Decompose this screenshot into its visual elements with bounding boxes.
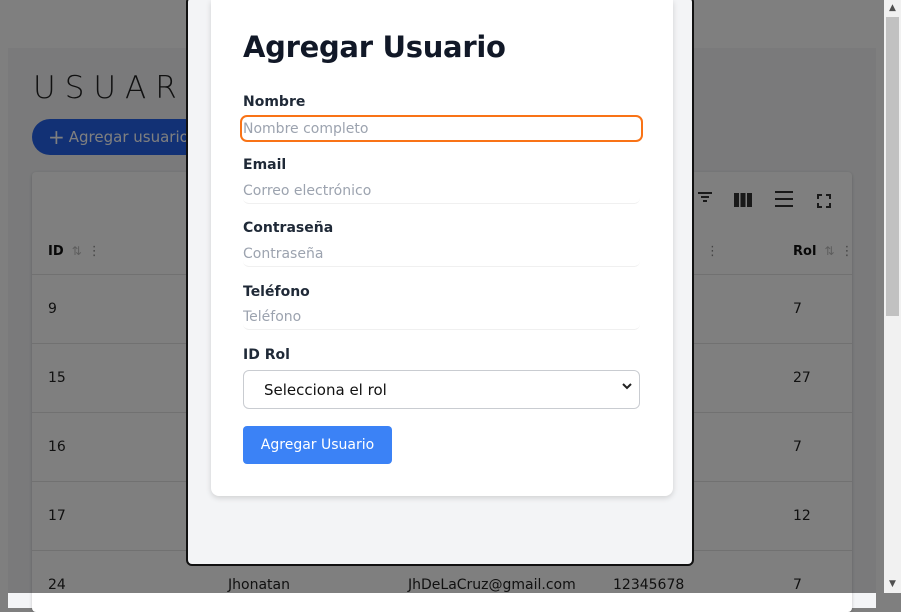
telefono-input[interactable]	[243, 305, 640, 330]
chevron-down-icon	[621, 380, 633, 396]
email-input[interactable]	[243, 179, 640, 204]
email-label: Email	[243, 157, 287, 173]
nombre-label: Nombre	[243, 94, 306, 110]
rol-label: ID Rol	[243, 347, 290, 363]
scroll-down-icon[interactable]: ▼	[884, 576, 901, 593]
page-scrollbar[interactable]: ▲ ▼	[884, 0, 901, 593]
nombre-input[interactable]	[240, 115, 643, 142]
submit-add-user-button[interactable]: Agregar Usuario	[243, 426, 392, 464]
scroll-up-icon[interactable]: ▲	[884, 0, 901, 17]
rol-select-value: Selecciona el rol	[264, 380, 387, 399]
telefono-label: Teléfono	[243, 284, 310, 300]
modal-title: Agregar Usuario	[243, 30, 506, 64]
password-input[interactable]	[243, 242, 640, 267]
scrollbar-thumb[interactable]	[886, 17, 899, 316]
password-label: Contraseña	[243, 220, 334, 236]
rol-select[interactable]: Selecciona el rol	[243, 370, 640, 409]
